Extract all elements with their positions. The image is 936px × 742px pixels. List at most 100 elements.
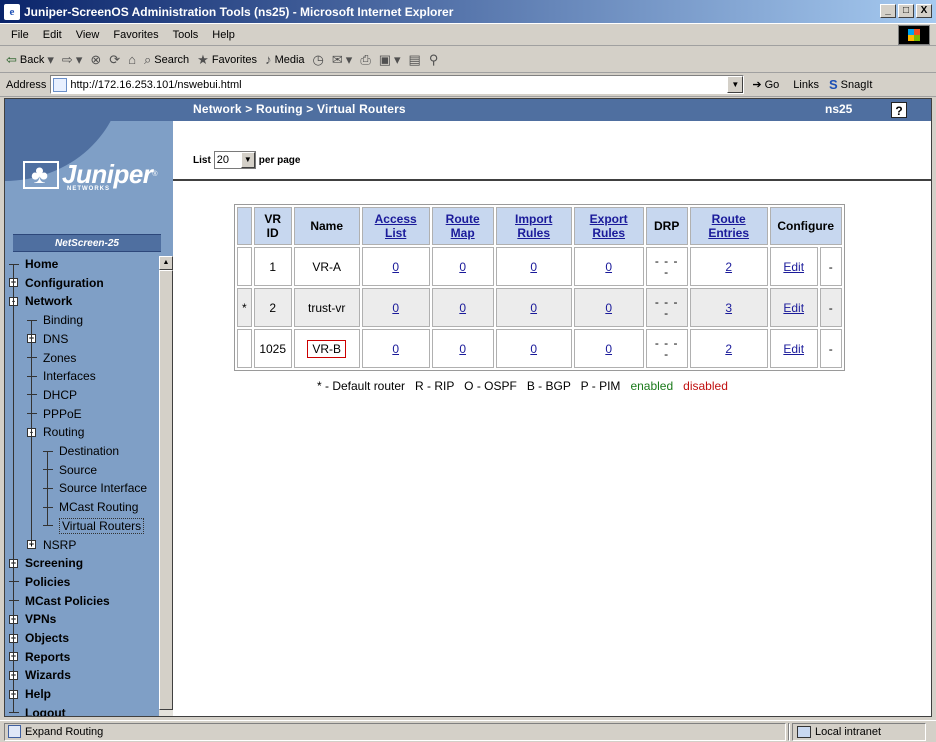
- route-entries-header[interactable]: Route Entries: [689, 207, 768, 245]
- drp-status: - - - -: [645, 247, 688, 286]
- edit-button[interactable]: ▣ ▾: [379, 52, 401, 68]
- menu-view[interactable]: View: [69, 29, 107, 41]
- sidebar-item-source[interactable]: Source: [43, 461, 97, 479]
- sidebar-item-configuration[interactable]: +Configuration: [9, 274, 104, 292]
- close-button[interactable]: X: [916, 4, 932, 18]
- sidebar-item-label: DHCP: [43, 387, 78, 402]
- import-rules-cell: 0: [495, 329, 572, 368]
- access-list-sort-link[interactable]: Access List: [375, 212, 417, 240]
- flag-header: [237, 207, 252, 245]
- stop-button[interactable]: ⊗: [90, 52, 101, 68]
- route-entries-link[interactable]: 2: [725, 260, 732, 274]
- go-button[interactable]: ➔ Go: [752, 78, 779, 92]
- sidebar-item-policies[interactable]: Policies: [9, 573, 70, 591]
- sidebar-item-source-interface[interactable]: Source Interface: [43, 479, 147, 497]
- print-button[interactable]: ⎙: [360, 52, 370, 68]
- route-map-link[interactable]: 0: [459, 342, 466, 356]
- import-rules-sort-link[interactable]: Import Rules: [515, 212, 552, 240]
- search-button[interactable]: ⌕ Search: [144, 52, 189, 68]
- sidebar-item-virtual-routers[interactable]: Virtual Routers: [43, 517, 145, 535]
- route-entries-link[interactable]: 2: [725, 342, 732, 356]
- sidebar-item-mcast-routing[interactable]: MCast Routing: [43, 498, 138, 516]
- links-button[interactable]: Links: [793, 79, 819, 91]
- page-icon: [8, 725, 21, 738]
- media-button[interactable]: ♪ Media: [265, 52, 304, 67]
- sidebar-item-vpns[interactable]: +VPNs: [9, 610, 56, 628]
- help-button[interactable]: ?: [891, 102, 907, 118]
- sidebar-item-routing[interactable]: -Routing: [27, 423, 84, 441]
- import-rules-link[interactable]: 0: [530, 301, 537, 315]
- sidebar-item-dhcp[interactable]: DHCP: [27, 386, 77, 404]
- sidebar-item-label: DNS: [43, 331, 69, 346]
- research-button[interactable]: ⚲: [429, 52, 439, 68]
- refresh-button[interactable]: ⟳: [109, 52, 120, 68]
- route-map-header[interactable]: Route Map: [431, 207, 494, 245]
- list-per-page: List 20 ▼ per page: [193, 151, 300, 169]
- import-rules-link[interactable]: 0: [530, 342, 537, 356]
- edit-link[interactable]: Edit: [783, 260, 804, 274]
- access-list-link[interactable]: 0: [392, 260, 399, 274]
- scroll-up-icon[interactable]: ▲: [159, 256, 173, 270]
- menu-file[interactable]: File: [4, 29, 36, 41]
- access-list-header[interactable]: Access List: [361, 207, 430, 245]
- history-button[interactable]: ◷: [313, 52, 324, 68]
- address-input[interactable]: http://172.16.253.101/nswebui.html ▼: [50, 75, 745, 94]
- sidebar-scrollbar[interactable]: ▲ ▼: [159, 256, 173, 716]
- minimize-button[interactable]: _: [880, 4, 896, 18]
- export-rules-header[interactable]: Export Rules: [573, 207, 644, 245]
- access-list-link[interactable]: 0: [392, 342, 399, 356]
- sidebar-item-help[interactable]: +Help: [9, 685, 51, 703]
- export-rules-link[interactable]: 0: [605, 342, 612, 356]
- sidebar-item-mcast-policies[interactable]: MCast Policies: [9, 592, 110, 610]
- home-button[interactable]: ⌂: [128, 52, 136, 67]
- discuss-button[interactable]: ▤: [409, 52, 421, 68]
- export-rules-link[interactable]: 0: [605, 260, 612, 274]
- route-map-sort-link[interactable]: Route Map: [446, 212, 480, 240]
- export-rules-cell: 0: [573, 247, 644, 286]
- export-rules-link[interactable]: 0: [605, 301, 612, 315]
- favorites-button[interactable]: ★ Favorites: [197, 52, 257, 68]
- sidebar-item-network[interactable]: -Network: [9, 292, 72, 310]
- sidebar-item-nsrp[interactable]: +NSRP: [27, 536, 76, 554]
- sidebar-item-destination[interactable]: Destination: [43, 442, 119, 460]
- list-count-select[interactable]: 20 ▼: [213, 151, 256, 169]
- maximize-button[interactable]: □: [898, 4, 914, 18]
- access-list-link[interactable]: 0: [392, 301, 399, 315]
- sidebar-item-zones[interactable]: Zones: [27, 349, 76, 367]
- back-button[interactable]: ⇦ Back ▾: [6, 52, 54, 68]
- import-rules-link[interactable]: 0: [530, 260, 537, 274]
- configure-header: Configure: [769, 207, 842, 245]
- sidebar-item-home[interactable]: Home: [9, 255, 58, 273]
- sidebar-item-binding[interactable]: Binding: [27, 311, 83, 329]
- menu-help[interactable]: Help: [205, 29, 242, 41]
- route-map-link[interactable]: 0: [459, 301, 466, 315]
- menu-favorites[interactable]: Favorites: [106, 29, 165, 41]
- edit-link[interactable]: Edit: [783, 342, 804, 356]
- web-page: Network > Routing > Virtual Routers ns25…: [4, 98, 932, 717]
- juniper-logo: Juniper® NETWORKS: [23, 159, 158, 192]
- forward-button[interactable]: ⇨ ▾: [62, 52, 82, 68]
- route-entries-link[interactable]: 3: [725, 301, 732, 315]
- edit-link[interactable]: Edit: [783, 301, 804, 315]
- sidebar-item-wizards[interactable]: +Wizards: [9, 666, 71, 684]
- sidebar-item-interfaces[interactable]: Interfaces: [27, 367, 96, 385]
- import-rules-header[interactable]: Import Rules: [495, 207, 572, 245]
- menu-edit[interactable]: Edit: [36, 29, 69, 41]
- sidebar-item-objects[interactable]: +Objects: [9, 629, 69, 647]
- snagit-button[interactable]: S SnagIt: [829, 77, 872, 92]
- sidebar-item-reports[interactable]: +Reports: [9, 648, 70, 666]
- menu-tools[interactable]: Tools: [166, 29, 206, 41]
- export-rules-sort-link[interactable]: Export Rules: [590, 212, 628, 240]
- sidebar-item-screening[interactable]: +Screening: [9, 554, 83, 572]
- scroll-thumb[interactable]: [159, 270, 173, 710]
- sidebar-item-logout[interactable]: Logout: [9, 704, 66, 716]
- mail-button[interactable]: ✉ ▾: [332, 52, 352, 68]
- address-dropdown-icon[interactable]: ▼: [727, 76, 744, 93]
- tree-connector: [27, 319, 37, 321]
- sidebar-item-pppoe[interactable]: PPPoE: [27, 405, 82, 423]
- tree-connector: [27, 394, 37, 396]
- route-entries-sort-link[interactable]: Route Entries: [708, 212, 749, 240]
- route-map-link[interactable]: 0: [459, 260, 466, 274]
- search-icon: ⌕: [144, 51, 152, 67]
- sidebar-item-dns[interactable]: +DNS: [27, 330, 68, 348]
